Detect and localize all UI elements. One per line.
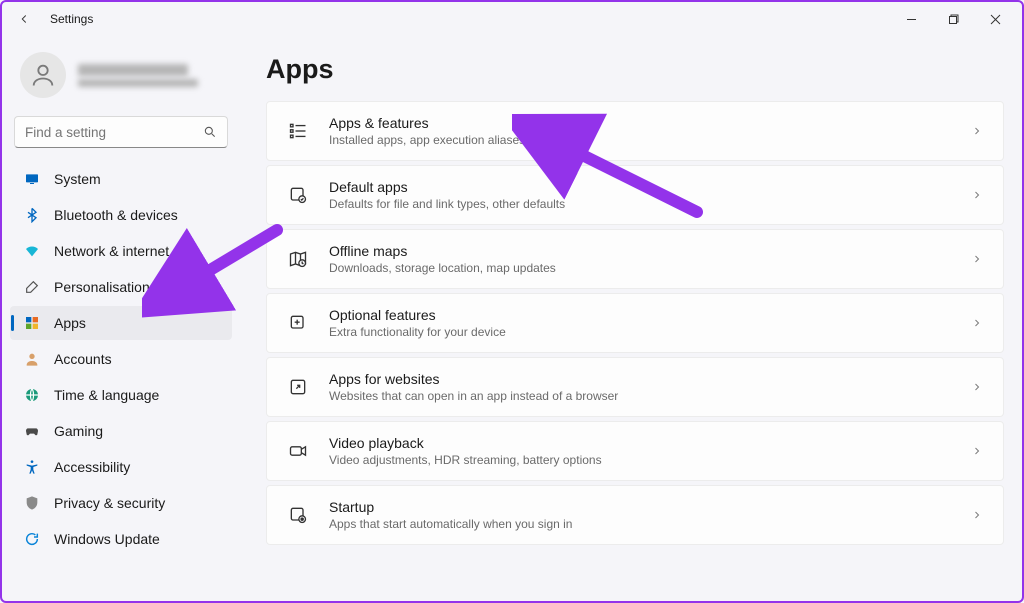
chevron-right-icon xyxy=(971,125,983,137)
default-apps-icon xyxy=(287,184,309,206)
card-desc: Apps that start automatically when you s… xyxy=(329,517,951,531)
maximize-button[interactable] xyxy=(932,4,974,34)
sidebar-item-update[interactable]: Windows Update xyxy=(10,522,232,556)
sidebar-item-bluetooth[interactable]: Bluetooth & devices xyxy=(10,198,232,232)
card-video-playback[interactable]: Video playback Video adjustments, HDR st… xyxy=(266,421,1004,481)
system-icon xyxy=(24,171,40,187)
card-offline-maps[interactable]: Offline maps Downloads, storage location… xyxy=(266,229,1004,289)
shield-icon xyxy=(24,495,40,511)
card-default-apps[interactable]: Default apps Defaults for file and link … xyxy=(266,165,1004,225)
card-desc: Downloads, storage location, map updates xyxy=(329,261,951,275)
gamepad-icon xyxy=(24,423,40,439)
avatar xyxy=(20,52,66,98)
user-icon xyxy=(24,351,40,367)
card-apps-features[interactable]: Apps & features Installed apps, app exec… xyxy=(266,101,1004,161)
search-input[interactable] xyxy=(25,125,203,140)
back-button[interactable] xyxy=(8,3,40,35)
card-desc: Websites that can open in an app instead… xyxy=(329,389,951,403)
video-icon xyxy=(287,440,309,462)
card-desc: Defaults for file and link types, other … xyxy=(329,197,951,211)
minimize-button[interactable] xyxy=(890,4,932,34)
map-icon xyxy=(287,248,309,270)
sidebar-item-label: Apps xyxy=(54,315,86,331)
chevron-right-icon xyxy=(971,189,983,201)
card-title: Startup xyxy=(329,499,951,515)
sidebar-item-system[interactable]: System xyxy=(10,162,232,196)
sidebar-item-accessibility[interactable]: Accessibility xyxy=(10,450,232,484)
features-icon xyxy=(287,312,309,334)
chevron-right-icon xyxy=(971,509,983,521)
card-optional-features[interactable]: Optional features Extra functionality fo… xyxy=(266,293,1004,353)
sidebar-item-gaming[interactable]: Gaming xyxy=(10,414,232,448)
main-content: Apps Apps & features Installed apps, app… xyxy=(240,36,1022,601)
chevron-right-icon xyxy=(971,381,983,393)
brush-icon xyxy=(24,279,40,295)
sidebar-item-apps[interactable]: Apps xyxy=(10,306,232,340)
sidebar-item-label: Privacy & security xyxy=(54,495,165,511)
card-apps-for-websites[interactable]: Apps for websites Websites that can open… xyxy=(266,357,1004,417)
sidebar-item-accounts[interactable]: Accounts xyxy=(10,342,232,376)
card-startup[interactable]: Startup Apps that start automatically wh… xyxy=(266,485,1004,545)
sidebar-item-personalisation[interactable]: Personalisation xyxy=(10,270,232,304)
sidebar-item-network[interactable]: Network & internet xyxy=(10,234,232,268)
search-box[interactable] xyxy=(14,116,228,148)
chevron-right-icon xyxy=(971,253,983,265)
card-title: Video playback xyxy=(329,435,951,451)
card-title: Offline maps xyxy=(329,243,951,259)
update-icon xyxy=(24,531,40,547)
chevron-right-icon xyxy=(971,317,983,329)
sidebar-item-label: Bluetooth & devices xyxy=(54,207,178,223)
profile-text xyxy=(78,64,198,87)
list-icon xyxy=(287,120,309,142)
bluetooth-icon xyxy=(24,207,40,223)
sidebar-item-privacy[interactable]: Privacy & security xyxy=(10,486,232,520)
sidebar-item-label: Time & language xyxy=(54,387,159,403)
app-title: Settings xyxy=(50,12,93,26)
sidebar-item-label: Personalisation xyxy=(54,279,150,295)
close-button[interactable] xyxy=(974,4,1016,34)
card-list: Apps & features Installed apps, app exec… xyxy=(266,101,1004,545)
globe-icon xyxy=(24,387,40,403)
window-controls xyxy=(890,4,1016,34)
card-title: Apps for websites xyxy=(329,371,951,387)
card-desc: Extra functionality for your device xyxy=(329,325,951,339)
nav-list: System Bluetooth & devices Network & int… xyxy=(10,162,232,556)
card-desc: Installed apps, app execution aliases xyxy=(329,133,951,147)
card-title: Apps & features xyxy=(329,115,951,131)
accessibility-icon xyxy=(24,459,40,475)
sidebar: System Bluetooth & devices Network & int… xyxy=(2,36,240,601)
page-title: Apps xyxy=(266,54,1004,85)
titlebar: Settings xyxy=(2,2,1022,36)
sidebar-item-label: Accessibility xyxy=(54,459,130,475)
sidebar-item-label: Gaming xyxy=(54,423,103,439)
websites-icon xyxy=(287,376,309,398)
card-desc: Video adjustments, HDR streaming, batter… xyxy=(329,453,951,467)
sidebar-item-label: Accounts xyxy=(54,351,112,367)
card-title: Default apps xyxy=(329,179,951,195)
apps-icon xyxy=(24,315,40,331)
wifi-icon xyxy=(24,243,40,259)
sidebar-item-label: System xyxy=(54,171,101,187)
card-title: Optional features xyxy=(329,307,951,323)
sidebar-item-label: Windows Update xyxy=(54,531,160,547)
chevron-right-icon xyxy=(971,445,983,457)
profile-block[interactable] xyxy=(10,46,232,104)
sidebar-item-time[interactable]: Time & language xyxy=(10,378,232,412)
search-icon xyxy=(203,125,217,139)
startup-icon xyxy=(287,504,309,526)
sidebar-item-label: Network & internet xyxy=(54,243,169,259)
